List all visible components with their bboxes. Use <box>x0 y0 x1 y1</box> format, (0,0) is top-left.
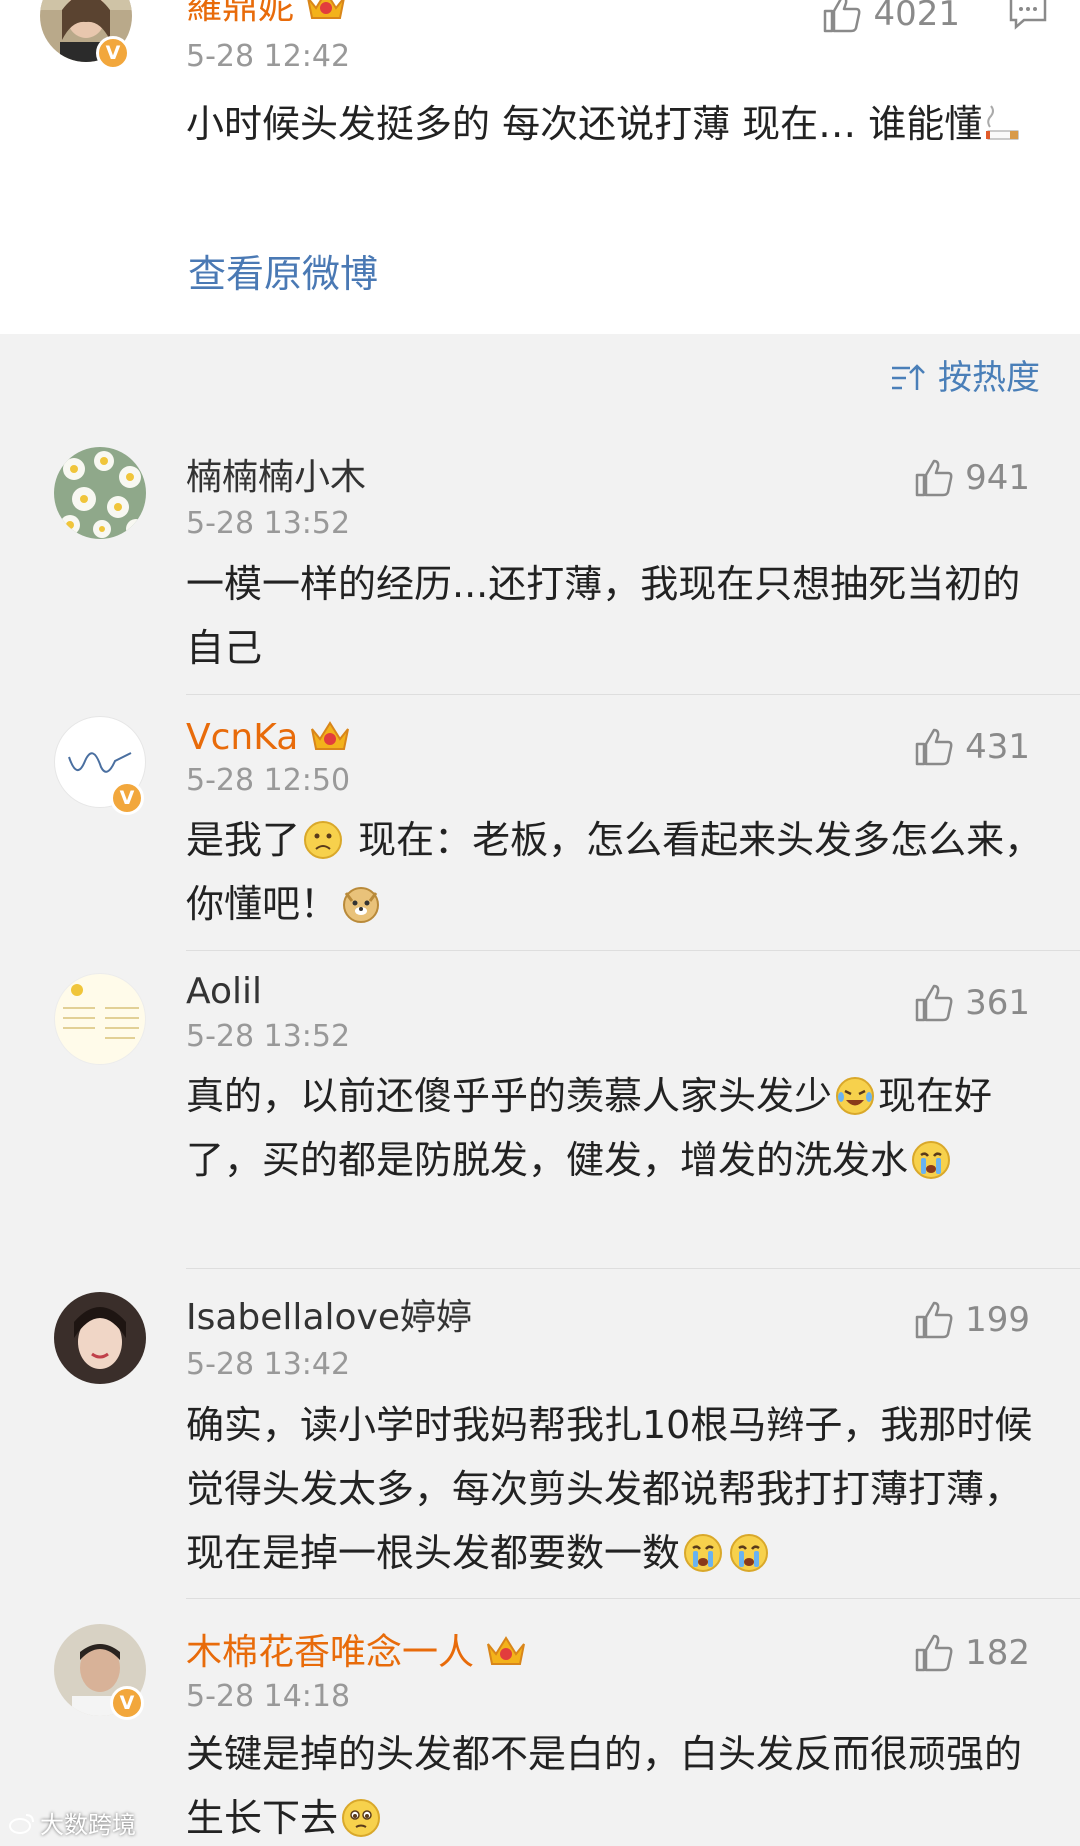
comment-like-count: 199 <box>965 1300 1030 1340</box>
comment-text-content: 一模一样的经历...还打薄，我现在只想抽死当初的自己 <box>186 562 1021 670</box>
commenter-name-text[interactable]: 木棉花香唯念一人 <box>186 1632 474 1673</box>
comment-text: 一模一样的经历...还打薄，我现在只想抽死当初的自己 <box>186 552 1046 680</box>
commenter-name[interactable]: 木棉花香唯念一人 <box>186 1630 528 1673</box>
thumbs-up-icon <box>915 728 953 766</box>
thumbs-up-icon <box>915 984 953 1022</box>
comment-timestamp: 5-28 13:52 <box>186 1019 351 1054</box>
comment-text-part: 真的，以前还傻乎乎的羡慕人家头发少 <box>186 1074 833 1118</box>
thumbs-up-icon <box>915 1301 953 1339</box>
commenter-name[interactable]: VcnKa <box>186 715 352 758</box>
commenter-name-text[interactable]: VcnKa <box>186 717 298 758</box>
comment-like-count: 361 <box>965 983 1030 1023</box>
comment-text: 真的，以前还傻乎乎的羡慕人家头发少 现在好了，买的都是防脱发，健发，增发的洗发水 <box>186 1064 1046 1192</box>
comment-like-button[interactable]: 941 <box>913 456 1030 500</box>
sort-icon <box>892 364 925 390</box>
comment-like-button[interactable]: 182 <box>913 1631 1030 1675</box>
comment-timestamp: 5-28 12:50 <box>186 763 351 798</box>
cigarette-emoji-icon <box>986 105 1019 140</box>
commenter-name[interactable]: Isabellalove婷婷 <box>186 1298 472 1338</box>
comment-icon[interactable] <box>1008 0 1048 30</box>
pleading-emoji-icon <box>342 1799 381 1837</box>
thumbs-up-icon <box>824 0 861 33</box>
crying-emoji-icon <box>730 1534 769 1572</box>
commenter-name[interactable]: Aolil <box>186 972 262 1012</box>
divider <box>186 694 1080 695</box>
original-post-card: V 羅鼎妮 5-28 12:42 4021 小时候头发挺多的 每次还说打薄 现在… <box>0 0 1080 334</box>
watermark-text: 大数跨境 <box>40 1811 136 1839</box>
verified-badge-icon: V <box>110 1686 144 1720</box>
vip-crown-icon <box>307 0 345 19</box>
comment-text: 确实，读小学时我妈帮我扎10根马辫子，我那时候觉得头发太多，每次剪头发都说帮我打… <box>186 1393 1046 1585</box>
watermark: 大数跨境 <box>8 1805 136 1840</box>
sort-label: 按热度 <box>938 358 1040 398</box>
comment-text: 是我了 现在：老板，怎么看起来头发多怎么来，你懂吧！ <box>186 808 1046 936</box>
sad-face-emoji-icon <box>304 821 343 859</box>
view-original-weibo-link[interactable]: 查看原微博 <box>188 252 378 296</box>
post-author-name[interactable]: 羅鼎妮 <box>186 0 348 27</box>
comment-like-button[interactable]: 361 <box>913 981 1030 1025</box>
comment-text-content: 确实，读小学时我妈帮我扎10根马辫子，我那时候觉得头发太多，每次剪头发都说帮我打… <box>186 1403 1033 1575</box>
commenter-avatar[interactable] <box>54 447 146 539</box>
post-author-name-text[interactable]: 羅鼎妮 <box>186 0 294 27</box>
sort-by-hot-button[interactable]: 按热度 <box>890 358 1040 398</box>
commenter-avatar[interactable] <box>54 973 146 1065</box>
post-like-count: 4021 <box>873 0 960 34</box>
vip-crown-icon <box>311 721 350 750</box>
comment-text-part: 是我了 <box>186 818 301 862</box>
comment-text: 关键是掉的头发都不是白的，白头发反而很顽强的生长下去 <box>186 1722 1046 1846</box>
comment-like-count: 431 <box>965 727 1030 767</box>
divider <box>186 950 1080 951</box>
thumbs-up-icon <box>915 459 953 497</box>
crying-emoji-icon <box>912 1141 951 1179</box>
post-like-button[interactable]: 4021 <box>821 0 960 36</box>
comment-like-button[interactable]: 431 <box>913 725 1030 769</box>
comment-timestamp: 5-28 13:52 <box>186 506 351 541</box>
laugh-cry-emoji-icon <box>836 1077 875 1115</box>
divider <box>186 1268 1080 1269</box>
comment-text-content: 关键是掉的头发都不是白的，白头发反而很顽强的生长下去 <box>186 1732 1023 1840</box>
comment-like-count: 941 <box>965 458 1030 498</box>
weibo-logo-icon <box>9 1813 34 1834</box>
post-text-content: 小时候头发挺多的 每次还说打薄 现在… 谁能懂 <box>186 102 983 146</box>
comment-timestamp: 5-28 13:42 <box>186 1347 351 1382</box>
comment-like-button[interactable]: 199 <box>913 1298 1030 1342</box>
doge-emoji-icon <box>343 887 380 923</box>
thumbs-up-icon <box>915 1634 953 1672</box>
comment-timestamp: 5-28 14:18 <box>186 1679 351 1714</box>
vip-crown-icon <box>487 1636 525 1665</box>
verified-badge-icon: V <box>110 781 144 815</box>
comment-like-count: 182 <box>965 1633 1030 1673</box>
divider <box>186 1598 1080 1599</box>
verified-badge-icon: V <box>96 36 130 70</box>
crying-emoji-icon <box>684 1534 723 1572</box>
commenter-avatar[interactable] <box>54 1292 146 1384</box>
post-text: 小时候头发挺多的 每次还说打薄 现在… 谁能懂 <box>186 92 1046 156</box>
post-timestamp: 5-28 12:42 <box>186 39 351 74</box>
commenter-name[interactable]: 楠楠楠小木 <box>186 458 366 498</box>
